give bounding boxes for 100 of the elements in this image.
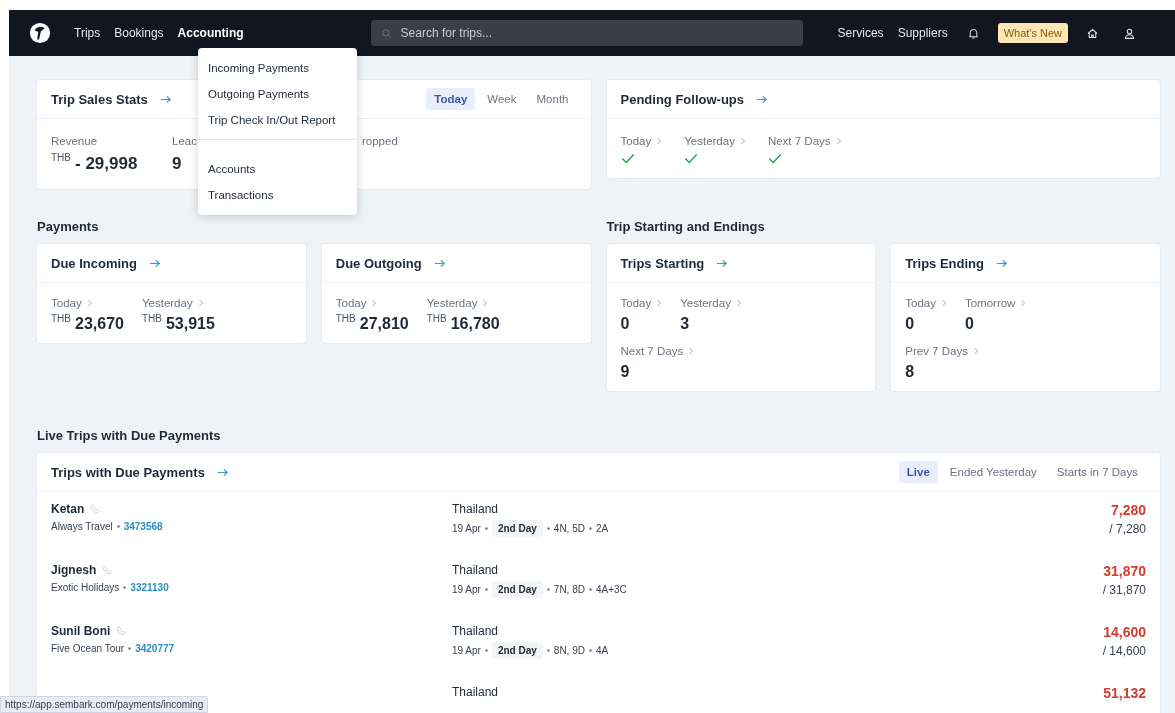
trip-id-link[interactable]: 3473568 (123, 521, 163, 532)
nav-link[interactable]: Trips (67, 23, 108, 43)
separator-dot-icon (116, 525, 120, 528)
arrow-right-icon[interactable] (756, 94, 768, 104)
day-badge: 2nd Day (491, 581, 543, 598)
phone-icon[interactable] (116, 626, 127, 636)
section-heading: Payments (37, 219, 100, 234)
period-link[interactable]: Yesterday (684, 135, 735, 147)
status-bar-url: https://app.sembark.com/payments/incoming (0, 696, 209, 713)
menu-item[interactable]: Outgoing Payments (198, 81, 357, 107)
chevron-right-icon[interactable] (835, 137, 842, 145)
user-icon[interactable] (1123, 26, 1136, 40)
separator-dot-icon (588, 527, 592, 530)
chevron-right-icon[interactable] (197, 299, 204, 307)
currency-label: THB (141, 313, 162, 324)
period-link[interactable]: Prev 7 Days (905, 345, 968, 357)
chevron-right-icon[interactable] (482, 299, 489, 307)
period-link[interactable]: Tomorrow (964, 297, 1016, 309)
customer-name: Jignesh (51, 563, 97, 577)
currency-label: THB (51, 313, 71, 324)
menu-item[interactable]: Accounts (198, 156, 357, 182)
filter-tab[interactable]: Ended Yesterday (941, 461, 1045, 483)
period-link[interactable]: Today (620, 135, 652, 147)
menu-item[interactable]: Trip Check In/Out Report (198, 107, 357, 133)
period-link[interactable]: Yesterday (141, 297, 193, 309)
nav-link[interactable]: Services (830, 23, 891, 43)
day-badge: 2nd Day (491, 520, 543, 537)
period-tab[interactable]: Month (528, 88, 577, 110)
metric-value: 0 (905, 315, 915, 333)
separator-dot-icon (588, 588, 592, 591)
destination: Thailand (452, 502, 500, 516)
chevron-right-icon[interactable] (1020, 299, 1027, 307)
chevron-right-icon[interactable] (656, 299, 663, 307)
period-link[interactable]: Next 7 Days (767, 135, 831, 147)
arrow-right-icon[interactable] (148, 258, 161, 268)
stat-label: Revenue (51, 135, 99, 147)
phone-icon[interactable] (90, 504, 101, 514)
chevron-right-icon[interactable] (371, 299, 378, 307)
trip-id-link[interactable]: 3321130 (130, 582, 169, 593)
separator-dot-icon (123, 586, 127, 589)
period-link[interactable]: Today (905, 297, 936, 309)
stat-value: 9 (172, 154, 182, 174)
agency-name: Five Ocean Tour (51, 643, 125, 654)
trip-duration: 4N, 5D (553, 523, 585, 534)
period-link[interactable]: Today (51, 297, 82, 309)
chevron-right-icon[interactable] (739, 137, 746, 145)
chevron-right-icon[interactable] (972, 347, 979, 355)
arrow-right-icon[interactable] (996, 258, 1008, 268)
separator-dot-icon (484, 588, 488, 591)
metric-value: 0 (964, 315, 974, 333)
due-amount: 7,280 (1109, 502, 1146, 518)
period-link[interactable]: Today (620, 297, 652, 309)
customer-name: Ketan (51, 502, 85, 516)
metric-value: 16,780 (450, 315, 500, 333)
chevron-right-icon[interactable] (940, 299, 947, 307)
period-tab[interactable]: Week (479, 88, 525, 110)
currency-label: THB (335, 313, 356, 324)
separator-dot-icon (546, 527, 550, 530)
card-title: Due Outgoing (335, 255, 422, 271)
period-tab[interactable]: Today (426, 88, 476, 110)
metric-value: 27,810 (359, 315, 409, 333)
customer-name: Sunil Boni (51, 624, 111, 638)
chevron-right-icon[interactable] (735, 299, 742, 307)
pax-count: 4A+3C (595, 584, 627, 595)
trip-date: 19 Apr (452, 523, 481, 534)
separator-dot-icon (484, 527, 488, 530)
trip-duration: 8N, 9D (553, 645, 585, 656)
filter-tab[interactable]: Live (898, 461, 938, 483)
arrow-right-icon[interactable] (216, 467, 229, 477)
destination: Thailand (452, 624, 500, 638)
card-title: Trips Starting (620, 255, 705, 271)
card-title: Pending Follow-ups (620, 91, 744, 107)
due-amount: 31,870 (1102, 563, 1146, 579)
nav-link[interactable]: Suppliers (890, 23, 955, 43)
chevron-right-icon[interactable] (86, 299, 93, 307)
card-title: Due Incoming (51, 255, 137, 271)
period-link[interactable]: Next 7 Days (620, 345, 684, 357)
filter-tab[interactable]: Starts in 7 Days (1048, 461, 1146, 483)
home-icon[interactable] (1086, 26, 1099, 40)
bell-icon[interactable] (966, 26, 980, 40)
metric-value: 8 (905, 363, 915, 381)
period-link[interactable]: Today (335, 297, 367, 309)
search-field[interactable]: Search for trips... (370, 20, 803, 46)
menu-item[interactable]: Transactions (198, 182, 357, 208)
day-badge: 2nd Day (491, 642, 543, 659)
nav-link[interactable]: Bookings (107, 23, 171, 43)
trip-id-link[interactable]: 3420777 (135, 643, 175, 654)
whats-new-button[interactable]: What's New (997, 23, 1068, 43)
chevron-right-icon[interactable] (688, 347, 695, 355)
arrow-right-icon[interactable] (159, 94, 172, 104)
phone-icon[interactable] (102, 565, 113, 575)
period-link[interactable]: Yesterday (426, 297, 478, 309)
menu-item[interactable]: Incoming Payments (198, 55, 357, 81)
logo-icon[interactable] (29, 22, 51, 44)
chevron-right-icon[interactable] (656, 137, 663, 145)
arrow-right-icon[interactable] (716, 258, 729, 268)
stat-value: - 29,998 (75, 154, 138, 174)
arrow-right-icon[interactable] (433, 258, 446, 268)
period-link[interactable]: Yesterday (680, 297, 731, 309)
nav-link[interactable]: Accounting (170, 23, 251, 43)
